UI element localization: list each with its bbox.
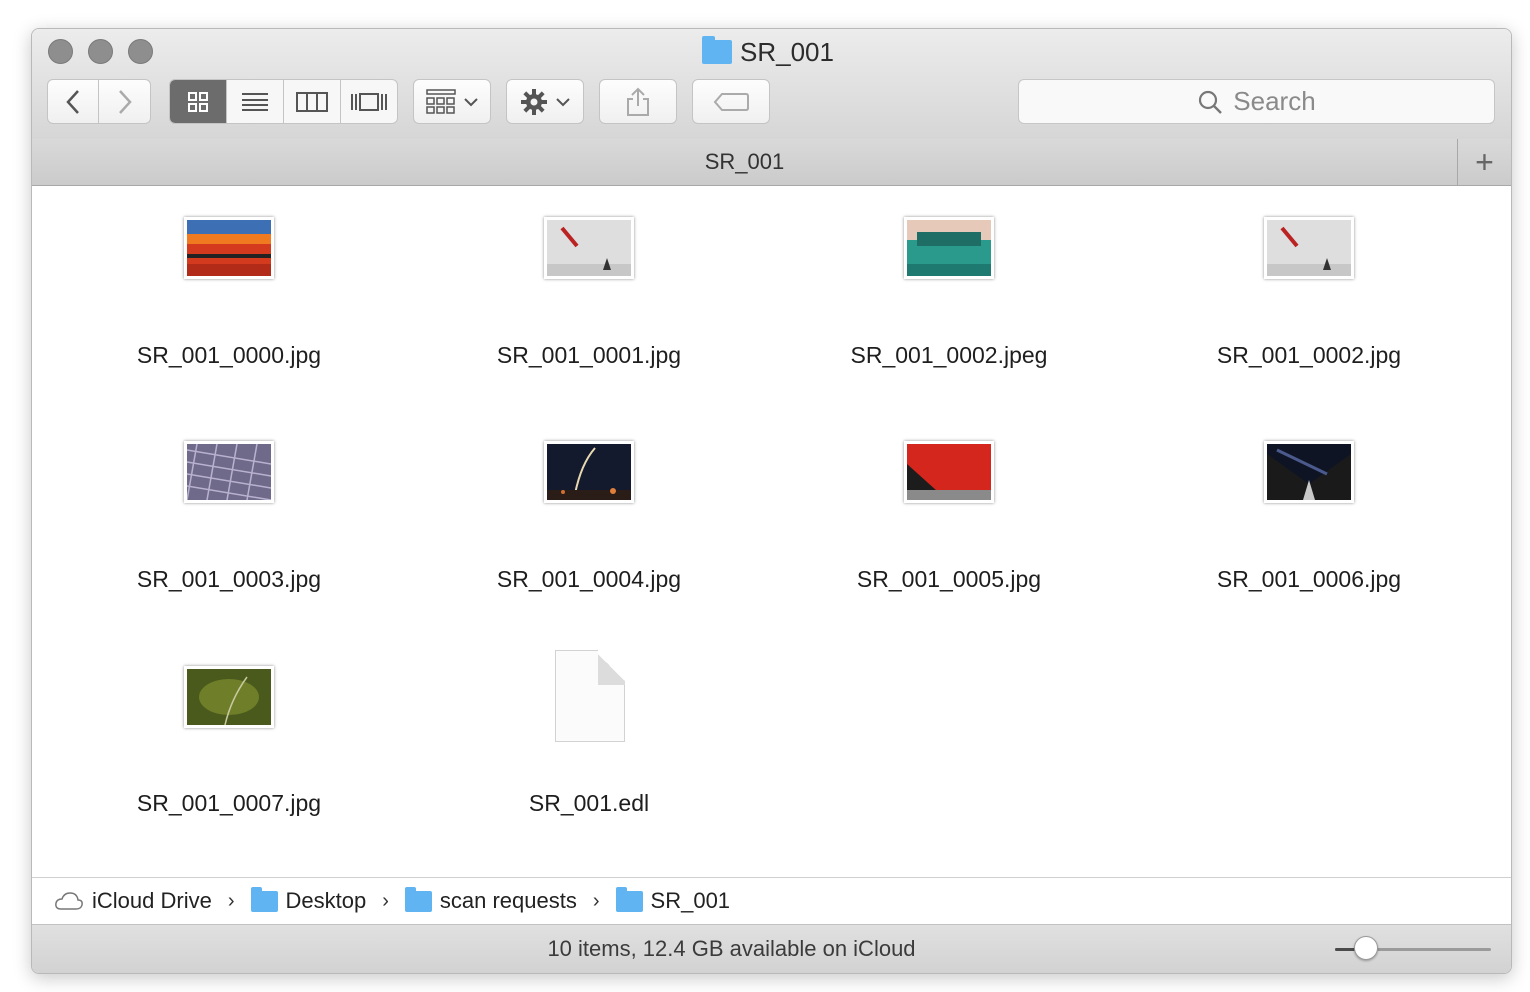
- cloud-icon: [55, 892, 83, 910]
- icon-grid-icon: [188, 91, 208, 112]
- path-bar: iCloud Drive › Desktop › scan requests ›…: [32, 877, 1511, 924]
- path-item-desktop[interactable]: Desktop: [250, 886, 367, 914]
- search-icon: [1199, 90, 1223, 114]
- file-thumbnail[interactable]: [184, 217, 274, 279]
- chevron-down-icon: [464, 97, 478, 106]
- teal-car-image: [907, 220, 991, 276]
- path-item-icloud-drive[interactable]: iCloud Drive: [54, 888, 212, 914]
- forward-button[interactable]: [99, 79, 151, 124]
- cover-flow-icon: [351, 92, 387, 111]
- file-name[interactable]: SR_001_0002.jpg: [1129, 342, 1489, 369]
- path-label: Desktop: [285, 888, 367, 913]
- path-item-sr-001[interactable]: SR_001: [615, 886, 731, 914]
- action-button[interactable]: [506, 79, 584, 124]
- window-title-text: SR_001: [740, 36, 834, 67]
- file-name[interactable]: SR_001_0000.jpg: [49, 342, 409, 369]
- zoom-button[interactable]: [128, 39, 153, 64]
- window-title: SR_001: [702, 36, 834, 67]
- tab-sr-001[interactable]: SR_001: [32, 139, 1457, 185]
- column-view-button[interactable]: [284, 80, 341, 123]
- file-name[interactable]: SR_001_0006.jpg: [1129, 566, 1489, 593]
- path-separator-icon: ›: [382, 889, 389, 912]
- share-icon: [627, 87, 649, 116]
- file-name[interactable]: SR_001.edl: [409, 790, 769, 817]
- file-thumbnail[interactable]: [544, 441, 634, 503]
- file-icon-grid: SR_001_0000.jpg SR_001_0001.jpg SR_001_0…: [32, 186, 1511, 876]
- chevron-left-icon: [66, 89, 79, 114]
- path-label: iCloud Drive: [92, 888, 212, 913]
- share-button[interactable]: [599, 79, 677, 124]
- red-building-image: [187, 220, 271, 276]
- path-item-scan-requests[interactable]: scan requests: [404, 886, 577, 914]
- columns-icon: [296, 91, 328, 112]
- arrange-grid-icon: [426, 88, 456, 114]
- path-label: scan requests: [439, 888, 577, 913]
- file-thumbnail[interactable]: [544, 217, 634, 279]
- file-name[interactable]: SR_001_0005.jpg: [769, 566, 1129, 593]
- file-name[interactable]: SR_001_0003.jpg: [49, 566, 409, 593]
- cover-flow-button[interactable]: [341, 80, 397, 123]
- tag-button[interactable]: [692, 79, 770, 124]
- chevron-right-icon: [118, 89, 132, 114]
- kite-figure-image: [1267, 220, 1351, 276]
- tab-bar: SR_001 +: [32, 139, 1511, 186]
- file-thumbnail[interactable]: [1264, 441, 1354, 503]
- tag-icon: [713, 92, 749, 111]
- path-separator-icon: ›: [227, 889, 235, 912]
- green-field-image: [187, 669, 271, 725]
- folder-icon: [615, 886, 643, 912]
- path-label: SR_001: [650, 888, 731, 913]
- chevron-down-icon: [556, 97, 570, 106]
- arrange-button[interactable]: [413, 79, 491, 124]
- folder-icon: [404, 886, 432, 912]
- file-name[interactable]: SR_001_0001.jpg: [409, 342, 769, 369]
- minimize-button[interactable]: [88, 39, 113, 64]
- file-thumbnail[interactable]: [904, 217, 994, 279]
- file-thumbnail[interactable]: [184, 441, 274, 503]
- folder-icon: [250, 886, 278, 912]
- new-tab-button[interactable]: +: [1457, 139, 1511, 185]
- toolbar: SR_001 Search: [32, 29, 1511, 140]
- status-text: 10 items, 12.4 GB available on iCloud: [547, 936, 916, 961]
- file-name[interactable]: SR_001_0004.jpg: [409, 566, 769, 593]
- finder-window: SR_001 Search SR_001 + SR_001_0000.jpg S…: [31, 28, 1512, 974]
- path-separator-icon: ›: [592, 889, 600, 912]
- night-rocket-image: [547, 444, 631, 500]
- file-thumbnail[interactable]: [1264, 217, 1354, 279]
- file-thumbnail[interactable]: [184, 666, 274, 728]
- night-road-image: [1267, 444, 1351, 500]
- list-lines-icon: [242, 92, 268, 111]
- file-name[interactable]: SR_001_0002.jpeg: [769, 342, 1129, 369]
- kite-figure-image: [547, 220, 631, 276]
- red-wall-image: [907, 444, 991, 500]
- list-view-button[interactable]: [227, 80, 284, 123]
- file-name[interactable]: SR_001_0007.jpg: [49, 790, 409, 817]
- search-placeholder: Search: [1233, 86, 1316, 116]
- icon-view-button[interactable]: [170, 80, 227, 123]
- grid-pattern-image: [187, 444, 271, 500]
- folder-icon: [702, 36, 732, 64]
- close-button[interactable]: [48, 39, 73, 64]
- back-button[interactable]: [47, 79, 99, 124]
- gear-icon: [521, 88, 547, 115]
- search-field[interactable]: Search: [1018, 79, 1495, 124]
- file-thumbnail[interactable]: [904, 441, 994, 503]
- document-fold: [598, 650, 625, 685]
- slider-knob[interactable]: [1354, 936, 1379, 960]
- view-switcher: [169, 79, 398, 124]
- status-bar: 10 items, 12.4 GB available on iCloud: [32, 924, 1511, 973]
